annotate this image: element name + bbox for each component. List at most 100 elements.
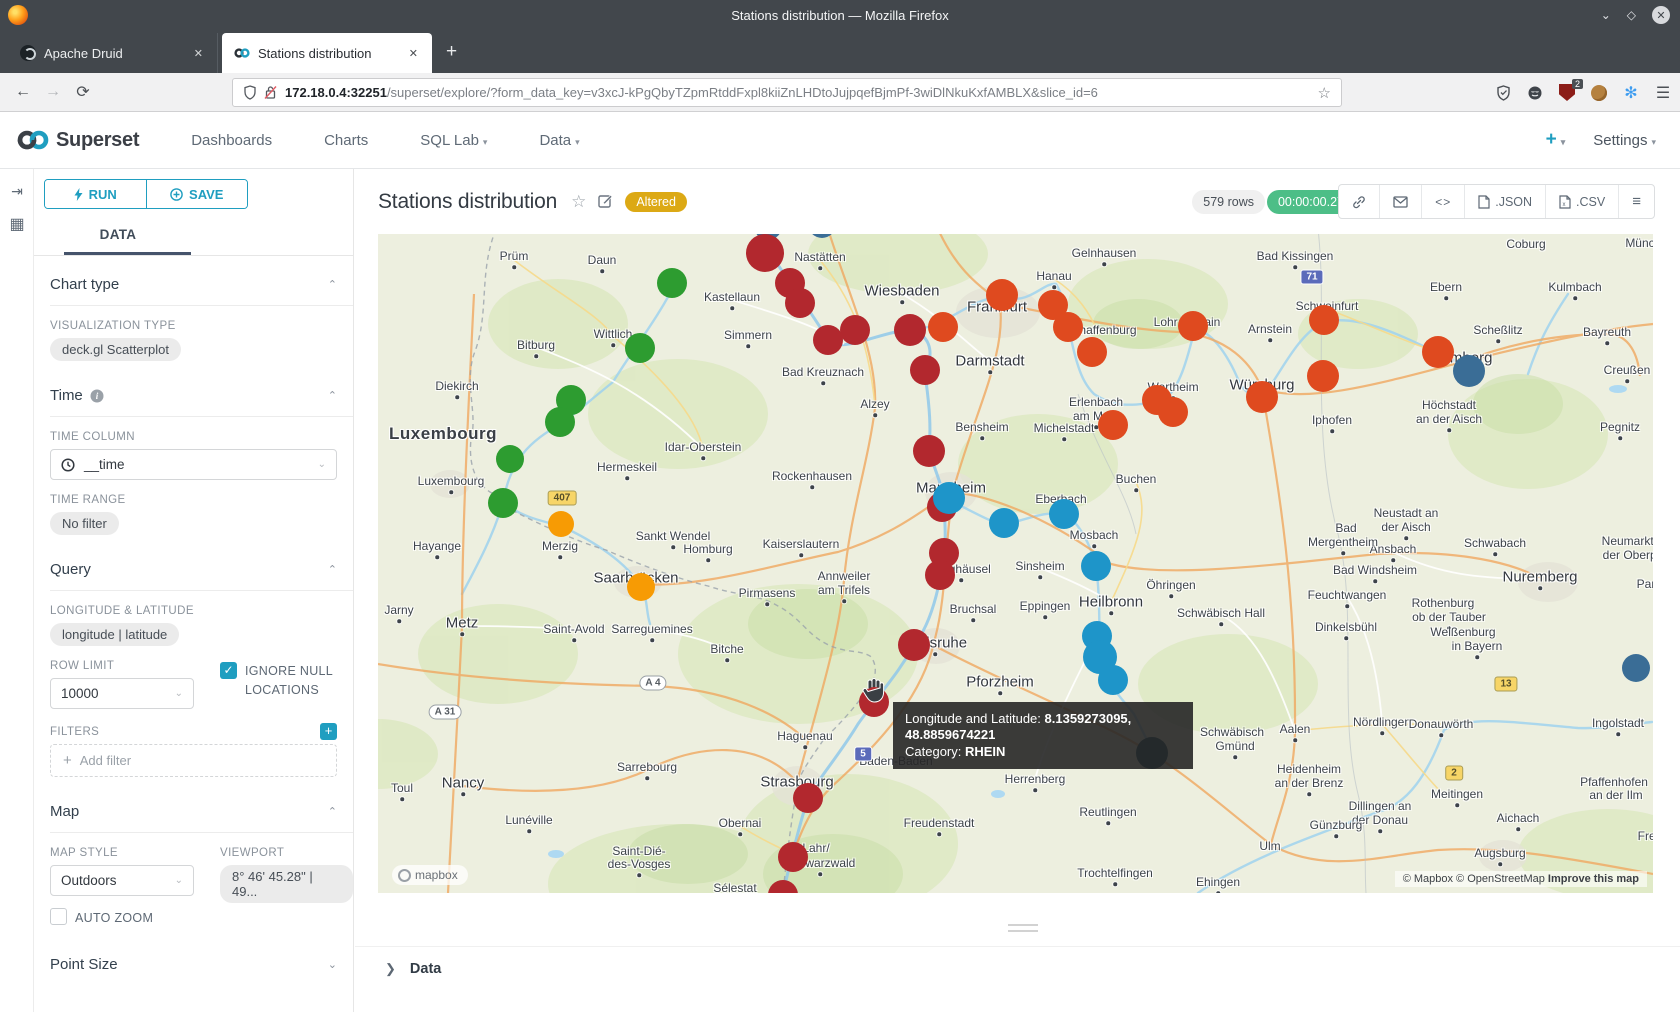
scatter-point-saar[interactable] (627, 573, 655, 601)
improve-map-link[interactable]: Improve this map (1548, 873, 1639, 885)
scatter-point-mosel[interactable] (545, 407, 575, 437)
window-minimize-icon[interactable]: ⌄ (1601, 8, 1611, 22)
nav-data[interactable]: Data▾ (539, 132, 579, 149)
scatter-point-neckar[interactable] (933, 482, 965, 514)
container-mask-icon[interactable] (1526, 84, 1544, 102)
forward-icon[interactable]: → (38, 83, 68, 101)
scatter-point-main[interactable] (1077, 337, 1107, 367)
scatter-point-rhein[interactable] (793, 783, 823, 813)
lonlat-value[interactable]: longitude | latitude (50, 623, 179, 646)
scatter-point-mosel[interactable] (496, 445, 524, 473)
scatter-point-rhein[interactable] (898, 629, 930, 661)
nav-sql-lab[interactable]: SQL Lab▾ (420, 132, 487, 149)
ignore-null-checkbox[interactable]: ✓ (220, 662, 237, 679)
scatter-point-rhein[interactable] (894, 314, 926, 346)
window-close-icon[interactable]: ✕ (1652, 6, 1670, 24)
expand-dataset-panel-icon[interactable]: ⇥ (0, 183, 34, 200)
extension-asterisk-icon[interactable]: ✻ (1622, 84, 1640, 102)
add-filter-box[interactable]: + Add filter (50, 744, 337, 777)
copy-link-button[interactable] (1339, 185, 1380, 218)
time-column-select[interactable]: __time ⌄ (50, 449, 337, 480)
scatter-point-neckar[interactable] (1081, 551, 1111, 581)
tab-data[interactable]: DATA (96, 227, 140, 252)
scatter-point-rhein[interactable] (910, 355, 940, 385)
map-canvas[interactable]: mapbox © Mapbox © OpenStreetMap Improve … (378, 234, 1653, 893)
scatter-point-rhein[interactable] (785, 288, 815, 318)
tracking-shield-icon[interactable] (243, 85, 257, 100)
section-time[interactable]: Time i ⌃ (50, 361, 337, 416)
save-button[interactable]: SAVE (147, 180, 248, 208)
tab-stations-distribution[interactable]: Stations distribution ✕ (222, 33, 432, 73)
export-csv-button[interactable]: x.CSV (1546, 185, 1619, 218)
scatter-point-mosel[interactable] (657, 268, 687, 298)
time-range-value[interactable]: No filter (50, 512, 119, 535)
scatter-point-main[interactable] (1307, 360, 1339, 392)
scatter-point-neckar[interactable] (989, 508, 1019, 538)
bookmark-star-icon[interactable]: ☆ (1318, 84, 1331, 102)
export-json-button[interactable]: .JSON (1465, 185, 1546, 218)
viewport-value[interactable]: 8° 46' 45.28" | 49... (220, 865, 353, 903)
edit-properties-icon[interactable] (598, 193, 613, 211)
dataset-grid-icon[interactable]: ▦ (0, 214, 34, 234)
view-query-button[interactable]: <> (1422, 185, 1465, 218)
superset-logo[interactable]: Superset (16, 128, 139, 152)
scatter-point-neckar[interactable] (1049, 499, 1079, 529)
scatter-point-main[interactable] (1098, 410, 1128, 440)
scatter-point-main[interactable] (1246, 381, 1278, 413)
scatter-point-rhein[interactable] (925, 560, 955, 590)
cookie-icon[interactable] (1590, 84, 1608, 102)
section-point-size[interactable]: Point Size ⌄ (50, 928, 337, 985)
scatter-point-rhein[interactable] (778, 842, 808, 872)
scatter-point-main[interactable] (1053, 312, 1083, 342)
scatter-point-main[interactable] (1422, 336, 1454, 368)
back-icon[interactable]: ← (8, 83, 38, 101)
pocket-shield-icon[interactable] (1494, 84, 1512, 102)
altered-badge[interactable]: Altered (625, 192, 687, 212)
scatter-point-main[interactable] (1158, 397, 1188, 427)
ublock-icon[interactable]: 2 (1558, 84, 1576, 102)
scatter-point-steel[interactable] (1622, 654, 1650, 682)
scatter-point-main[interactable] (928, 312, 958, 342)
scatter-point-rhein[interactable] (813, 325, 843, 355)
mapbox-logo[interactable]: mapbox (392, 865, 468, 885)
section-chart-type[interactable]: Chart type ⌃ (50, 256, 337, 305)
add-filter-plus-button[interactable]: + (320, 723, 337, 740)
add-new-button[interactable]: +▾ (1546, 129, 1566, 151)
tab-apache-druid[interactable]: Apache Druid ✕ (8, 33, 218, 73)
scatter-point-rhein[interactable] (913, 435, 945, 467)
scatter-point-steel[interactable] (1453, 355, 1485, 387)
insecure-lock-icon[interactable] (264, 85, 277, 100)
row-limit-select[interactable]: 10000 ⌄ (50, 678, 194, 709)
scatter-point-neckar[interactable] (1098, 665, 1128, 695)
data-results-expander[interactable]: ❯ Data (355, 946, 1680, 977)
menu-hamburger-icon[interactable]: ☰ (1654, 84, 1672, 102)
tab-close-icon[interactable]: ✕ (190, 45, 207, 62)
settings-menu[interactable]: Settings▾ (1593, 132, 1656, 149)
reload-icon[interactable]: ⟳ (68, 82, 98, 102)
email-button[interactable] (1380, 185, 1422, 218)
map-attribution[interactable]: © Mapbox © OpenStreetMap Improve this ma… (1395, 871, 1647, 887)
url-field[interactable]: 172.18.0.4:32251/superset/explore/?form_… (232, 78, 1342, 107)
scatter-point-main[interactable] (986, 279, 1018, 311)
favorite-star-icon[interactable]: ☆ (571, 192, 586, 212)
section-query[interactable]: Query ⌃ (50, 535, 337, 590)
more-options-icon[interactable]: ≡ (1619, 185, 1654, 218)
map-style-select[interactable]: Outdoors ⌄ (50, 865, 194, 896)
scatter-point-mosel[interactable] (488, 488, 518, 518)
section-map[interactable]: Map ⌃ (50, 777, 337, 832)
scatter-point-main[interactable] (1309, 305, 1339, 335)
viz-type-value[interactable]: deck.gl Scatterplot (50, 338, 181, 361)
run-button[interactable]: RUN (45, 180, 147, 208)
auto-zoom-checkbox[interactable] (50, 908, 67, 925)
scatter-point-rhein[interactable] (746, 234, 784, 272)
scatter-point-rhein[interactable] (840, 315, 870, 345)
scatter-point-main[interactable] (1178, 311, 1208, 341)
tab-close-icon[interactable]: ✕ (405, 45, 422, 62)
nav-dashboards[interactable]: Dashboards (191, 132, 272, 149)
new-tab-button[interactable]: + (446, 41, 457, 63)
scatter-point-saar[interactable] (548, 511, 574, 537)
panel-drag-handle[interactable] (1008, 924, 1038, 932)
window-restore-icon[interactable]: ◇ (1627, 8, 1636, 22)
nav-charts[interactable]: Charts (324, 132, 368, 149)
scatter-point-mosel[interactable] (625, 333, 655, 363)
